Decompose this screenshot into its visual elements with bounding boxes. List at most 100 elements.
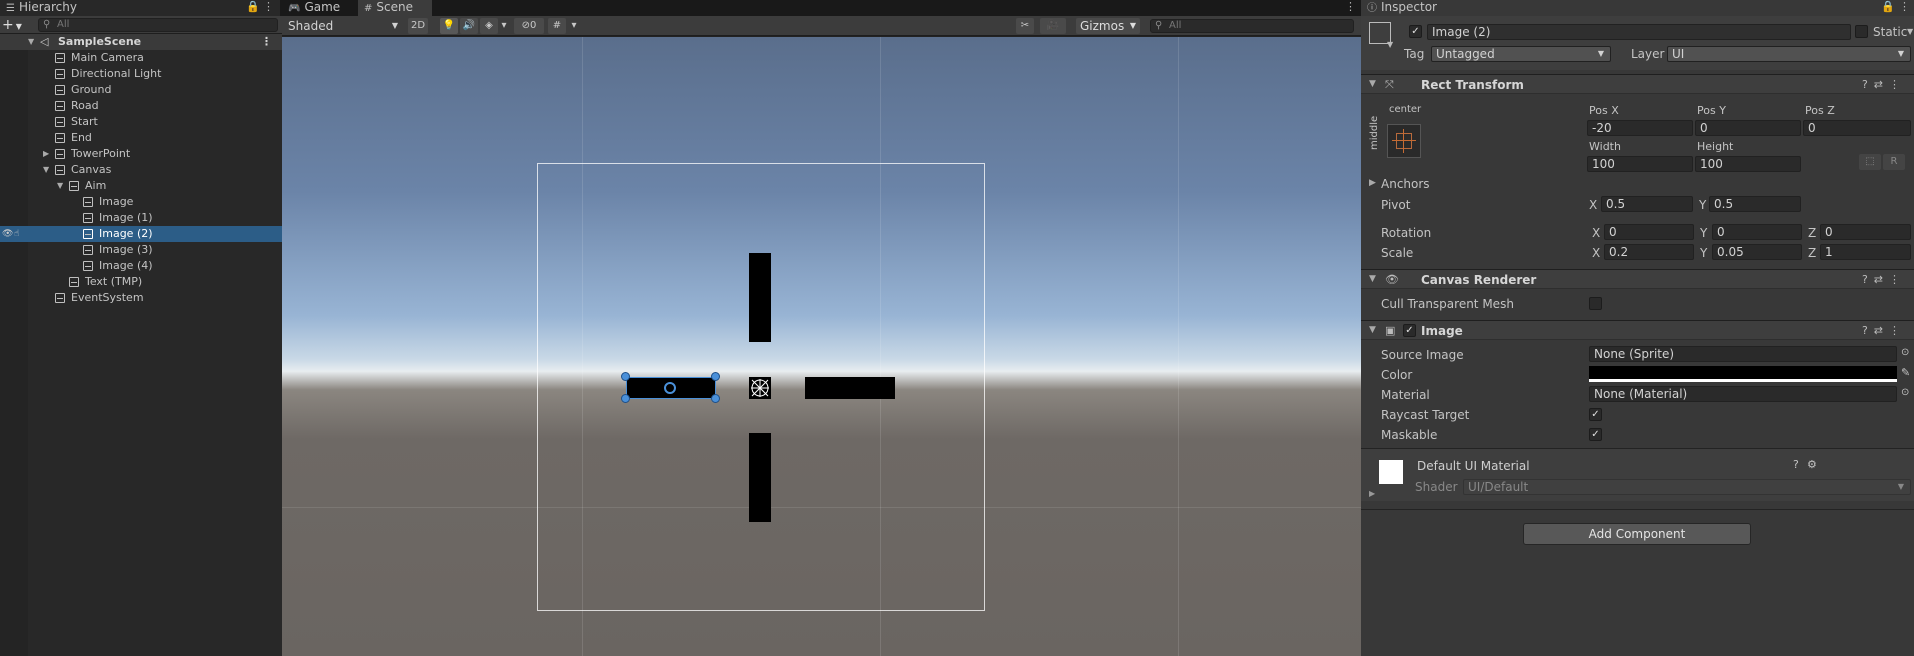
tab-game[interactable]: 🎮 Game: [282, 0, 354, 16]
lighting-toggle-icon[interactable]: 💡: [440, 18, 458, 34]
hierarchy-item-main-camera[interactable]: Main Camera: [0, 50, 282, 66]
rotation-y-field[interactable]: 0: [1712, 224, 1802, 240]
gear-icon[interactable]: ⚙: [1807, 458, 1817, 471]
blueprint-mode-icon[interactable]: ⬚: [1859, 154, 1881, 170]
width-field[interactable]: 100: [1587, 156, 1693, 172]
pos-z-field[interactable]: 0: [1803, 120, 1911, 136]
pivot-x-field[interactable]: 0.5: [1601, 196, 1693, 212]
source-image-field[interactable]: None (Sprite): [1589, 346, 1897, 362]
lock-icon[interactable]: 🔒: [1881, 0, 1895, 14]
hierarchy-item-start[interactable]: Start: [0, 114, 282, 130]
fold-arrow-icon[interactable]: ▼: [1369, 325, 1376, 335]
pivot-y-field[interactable]: 0.5: [1709, 196, 1801, 212]
tools-icon[interactable]: ✂: [1016, 18, 1034, 34]
hierarchy-item-image-3[interactable]: Image (3): [0, 242, 282, 258]
component-tools-icons[interactable]: ?⇄⋮: [1862, 78, 1906, 91]
chevron-down-icon[interactable]: ▼: [1907, 27, 1913, 36]
fold-arrow-icon[interactable]: ▼: [28, 34, 34, 50]
fold-arrow-icon[interactable]: ▶: [1369, 489, 1375, 498]
scene-row[interactable]: ▼ ◁ SampleScene ⋮: [0, 34, 282, 50]
hierarchy-item-image-2[interactable]: 👁 ☝ Image (2): [0, 226, 282, 242]
tab-scene[interactable]: # Scene: [358, 0, 432, 16]
effects-dropdown-icon[interactable]: ▾: [498, 18, 510, 34]
fold-arrow-icon[interactable]: ▼: [1369, 274, 1376, 284]
canvas-renderer-header[interactable]: ▼ 👁 Canvas Renderer ?⇄⋮: [1361, 269, 1914, 289]
cull-transparent-mesh-checkbox[interactable]: [1589, 297, 1602, 310]
anchors-foldout[interactable]: Anchors: [1381, 177, 1430, 191]
hierarchy-item-canvas[interactable]: ▼ Canvas: [0, 162, 282, 178]
resize-handle-tr[interactable]: [711, 372, 720, 381]
pivot-handle[interactable]: [664, 382, 676, 394]
resize-handle-tl[interactable]: [621, 372, 630, 381]
toggle-2d-button[interactable]: 2D: [408, 18, 428, 34]
pick-icon[interactable]: ☝: [14, 226, 19, 242]
scene-menu-icon[interactable]: ⋮: [261, 34, 272, 50]
hierarchy-item-image-4[interactable]: Image (4): [0, 258, 282, 274]
hierarchy-item-image[interactable]: Image: [0, 194, 282, 210]
pos-y-field[interactable]: 0: [1695, 120, 1801, 136]
resize-handle-br[interactable]: [711, 394, 720, 403]
object-picker-icon[interactable]: ⊙: [1901, 387, 1909, 398]
hierarchy-item-directional-light[interactable]: Directional Light: [0, 66, 282, 82]
shader-dropdown[interactable]: UI/Default ▼: [1463, 479, 1911, 495]
color-field[interactable]: [1589, 366, 1897, 382]
more-menu-icon[interactable]: ⋮: [263, 0, 274, 14]
hierarchy-item-text-tmp[interactable]: Text (TMP): [0, 274, 282, 290]
hierarchy-item-end[interactable]: End: [0, 130, 282, 146]
fold-arrow-icon[interactable]: ▼: [57, 178, 63, 194]
hierarchy-item-road[interactable]: Road: [0, 98, 282, 114]
object-name-field[interactable]: Image (2): [1427, 24, 1851, 40]
grid-toggle-icon[interactable]: #: [548, 18, 566, 34]
anchor-preset-button[interactable]: [1387, 124, 1421, 158]
shading-mode-dropdown[interactable]: Shaded ▼: [284, 18, 402, 34]
height-field[interactable]: 100: [1695, 156, 1801, 172]
tab-inspector[interactable]: ⓘ Inspector: [1361, 0, 1914, 16]
static-checkbox[interactable]: [1855, 25, 1868, 38]
tag-dropdown[interactable]: Untagged ▼: [1431, 46, 1611, 62]
hierarchy-item-ground[interactable]: Ground: [0, 82, 282, 98]
raycast-target-checkbox[interactable]: ✓: [1589, 408, 1602, 421]
scale-x-field[interactable]: 0.2: [1604, 244, 1694, 260]
pos-x-field[interactable]: -20: [1587, 120, 1693, 136]
eye-icon[interactable]: 👁: [2, 226, 13, 242]
hidden-objects-toggle[interactable]: ⊘0: [514, 18, 544, 34]
scale-y-field[interactable]: 0.05: [1712, 244, 1802, 260]
rotation-z-field[interactable]: 0: [1820, 224, 1911, 240]
scene-more-menu-icon[interactable]: ⋮: [1345, 0, 1356, 14]
material-field[interactable]: None (Material): [1589, 386, 1897, 402]
scale-z-field[interactable]: 1: [1820, 244, 1911, 260]
fold-arrow-icon[interactable]: ▶: [1369, 178, 1376, 188]
maskable-checkbox[interactable]: ✓: [1589, 428, 1602, 441]
gizmos-dropdown[interactable]: Gizmos ▼: [1076, 18, 1140, 34]
image-enabled-checkbox[interactable]: ✓: [1403, 324, 1416, 337]
help-icon[interactable]: ?: [1793, 458, 1799, 471]
fold-arrow-icon[interactable]: ▶: [43, 146, 49, 162]
image-component-header[interactable]: ▼ ▣ ✓ Image ?⇄⋮: [1361, 320, 1914, 340]
fold-arrow-icon[interactable]: ▼: [1369, 79, 1376, 89]
layer-dropdown[interactable]: UI ▼: [1667, 46, 1911, 62]
add-component-button[interactable]: Add Component: [1523, 523, 1751, 545]
component-tools-icons[interactable]: ?⇄⋮: [1862, 324, 1906, 337]
lock-icon[interactable]: 🔒: [246, 0, 260, 14]
effects-toggle-icon[interactable]: ◈: [480, 18, 498, 34]
eyedropper-icon[interactable]: ✎: [1901, 366, 1910, 379]
resize-handle-bl[interactable]: [621, 394, 630, 403]
component-tools-icons[interactable]: ?⇄⋮: [1862, 273, 1906, 286]
hierarchy-item-aim[interactable]: ▼ Aim: [0, 178, 282, 194]
rotation-x-field[interactable]: 0: [1604, 224, 1694, 240]
aim-bar-top[interactable]: [749, 253, 771, 342]
hierarchy-item-towerpoint[interactable]: ▶ TowerPoint: [0, 146, 282, 162]
camera-icon[interactable]: 🎥: [1040, 18, 1066, 34]
add-button[interactable]: + ▼: [2, 16, 22, 36]
more-menu-icon[interactable]: ⋮: [1899, 0, 1910, 14]
fold-arrow-icon[interactable]: ▼: [43, 162, 49, 178]
tab-hierarchy[interactable]: ☰ Hierarchy: [0, 0, 280, 16]
audio-toggle-icon[interactable]: 🔊: [460, 18, 478, 34]
raw-edit-button[interactable]: R: [1883, 154, 1905, 170]
scene-search-input[interactable]: ⚲ All: [1150, 19, 1354, 33]
hierarchy-item-image-1[interactable]: Image (1): [0, 210, 282, 226]
hierarchy-item-eventsystem[interactable]: EventSystem: [0, 290, 282, 306]
aim-bar-right[interactable]: [805, 377, 895, 399]
active-checkbox[interactable]: ✓: [1409, 25, 1422, 38]
chevron-down-icon[interactable]: ▼: [1387, 40, 1393, 49]
